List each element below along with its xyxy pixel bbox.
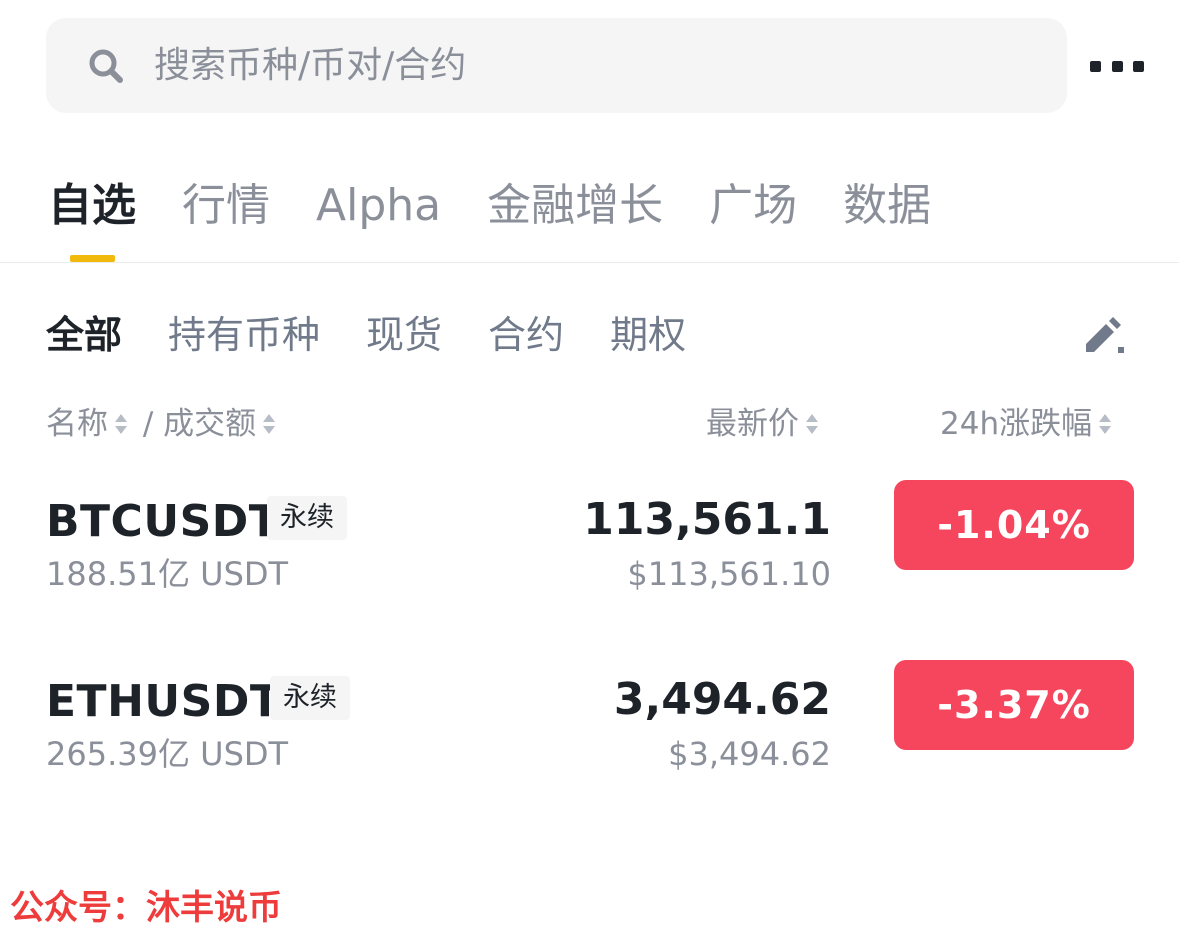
column-header-change[interactable]: 24h涨跌幅 [940,402,1117,446]
tab-square[interactable]: 广场 [709,172,797,240]
tab-earn[interactable]: 金融增长 [487,172,663,240]
active-tab-indicator [70,255,115,262]
perpetual-tag: 永续 [270,676,350,720]
subtab-all[interactable]: 全部 [46,306,122,364]
search-bar[interactable] [46,18,1067,113]
pair-symbol: BTCUSDT [46,496,280,547]
watermark-text: 公众号：沐丰说币 [10,888,282,928]
sort-icon[interactable] [805,409,819,439]
tab-market[interactable]: 行情 [182,172,270,240]
last-price: 3,494.62 [613,674,831,725]
search-input[interactable] [152,44,956,87]
column-separator: / [133,406,164,442]
more-icon[interactable] [1090,48,1144,84]
subtab-futures[interactable]: 合约 [488,306,564,364]
sub-tabs: 全部 持有币种 现货 合约 期权 [46,306,732,364]
column-volume-label: 成交额 [163,406,257,442]
sort-icon[interactable] [1098,409,1112,439]
subtab-spot[interactable]: 现货 [366,306,442,364]
change-badge[interactable]: -3.37% [894,660,1134,750]
usd-price: $3,494.62 [668,735,831,773]
column-name-label: 名称 [46,406,108,442]
usd-price: $113,561.10 [627,555,831,593]
main-tabs: 自选 行情 Alpha 金融增长 广场 数据 [48,172,977,240]
tab-data[interactable]: 数据 [843,172,931,240]
sort-icon[interactable] [114,409,128,439]
column-price-label: 最新价 [706,406,799,442]
market-row[interactable]: BTCUSDT 永续 188.51亿 USDT 113,561.1 $113,5… [0,480,1179,614]
subtab-holdings[interactable]: 持有币种 [168,306,320,364]
sort-icon[interactable] [262,409,276,439]
edit-icon[interactable] [1080,314,1128,356]
search-icon [86,46,126,86]
perpetual-tag: 永续 [267,496,347,540]
pair-symbol: ETHUSDT [46,676,281,727]
column-change-label: 24h涨跌幅 [940,406,1093,442]
column-header-price[interactable]: 最新价 [706,402,824,446]
tabs-divider [0,262,1179,263]
pair-volume: 265.39亿 USDT [46,735,289,773]
subtab-options[interactable]: 期权 [610,306,686,364]
last-price: 113,561.1 [583,494,831,545]
change-badge[interactable]: -1.04% [894,480,1134,570]
market-row[interactable]: ETHUSDT 永续 265.39亿 USDT 3,494.62 $3,494.… [0,660,1179,794]
tab-watchlist[interactable]: 自选 [48,172,136,240]
pair-volume: 188.51亿 USDT [46,555,289,593]
tab-alpha[interactable]: Alpha [316,172,441,240]
column-header-name[interactable]: 名称 / 成交额 [46,402,281,446]
